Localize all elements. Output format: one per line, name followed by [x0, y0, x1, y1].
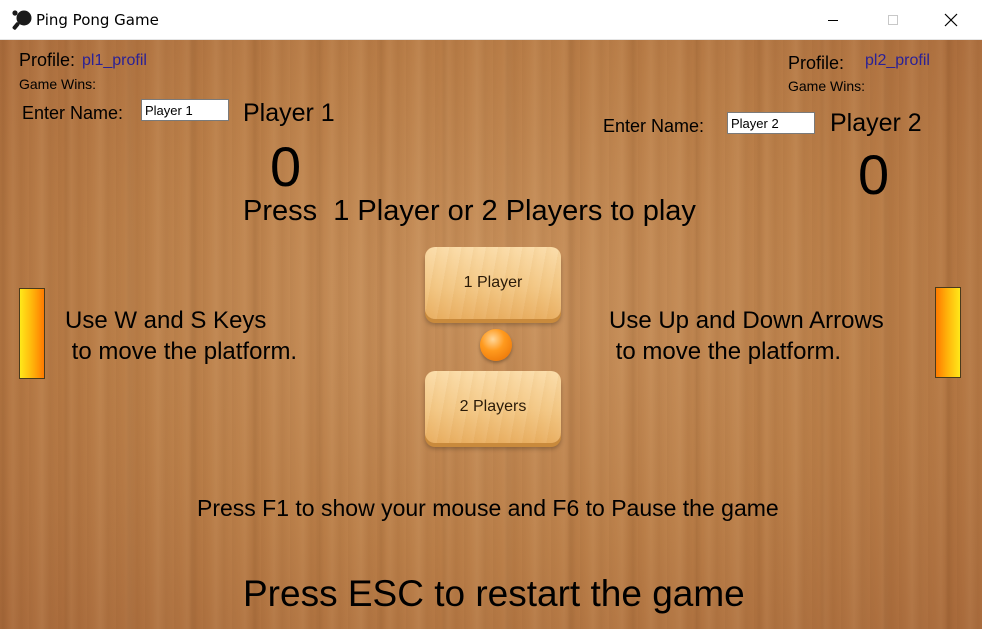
p1-profile-label: Profile: [19, 50, 76, 70]
p2-name-input[interactable] [727, 112, 815, 134]
minimize-button[interactable] [810, 0, 856, 39]
ball [480, 329, 512, 361]
p1-enter-name-label: Enter Name: [22, 103, 124, 123]
minimize-icon [828, 19, 838, 21]
p1-game-wins-label: Game Wins: [19, 76, 97, 92]
p2-score: 0 [858, 143, 890, 206]
esc-restart-message: Press ESC to restart the game [243, 573, 745, 614]
p1-instructions: Use W and S Keys to move the platform. [65, 307, 298, 365]
controls-hint: Press F1 to show your mouse and F6 to Pa… [197, 495, 779, 521]
left-paddle [19, 288, 45, 379]
p1-name-input[interactable] [141, 99, 229, 121]
right-paddle [935, 287, 961, 378]
maximize-button[interactable] [870, 0, 916, 39]
p1-score: 0 [270, 135, 302, 198]
p2-player-label: Player 2 [830, 109, 922, 137]
p2-profile-label: Profile: [788, 53, 845, 73]
p2-game-wins-label: Game Wins: [788, 78, 866, 94]
p1-player-label: Player 1 [243, 99, 335, 127]
p2-enter-name-label: Enter Name: [603, 116, 705, 136]
two-players-button[interactable]: 2 Players [425, 371, 561, 443]
p2-profile-value: pl2_profil [865, 52, 930, 69]
start-prompt: Press 1 Player or 2 Players to play [243, 195, 696, 227]
game-table: Profile: pl1_profil Game Wins: Enter Nam… [0, 40, 982, 629]
p2-instructions: Use Up and Down Arrows to move the platf… [609, 307, 884, 365]
close-icon [944, 13, 958, 26]
p1-profile-value: pl1_profil [82, 52, 147, 69]
ping-pong-paddle-icon [12, 10, 32, 30]
maximize-icon [888, 14, 898, 25]
window-titlebar: Ping Pong Game [0, 0, 982, 40]
one-player-button[interactable]: 1 Player [425, 247, 561, 319]
close-button[interactable] [928, 0, 974, 39]
window-title: Ping Pong Game [36, 11, 159, 29]
